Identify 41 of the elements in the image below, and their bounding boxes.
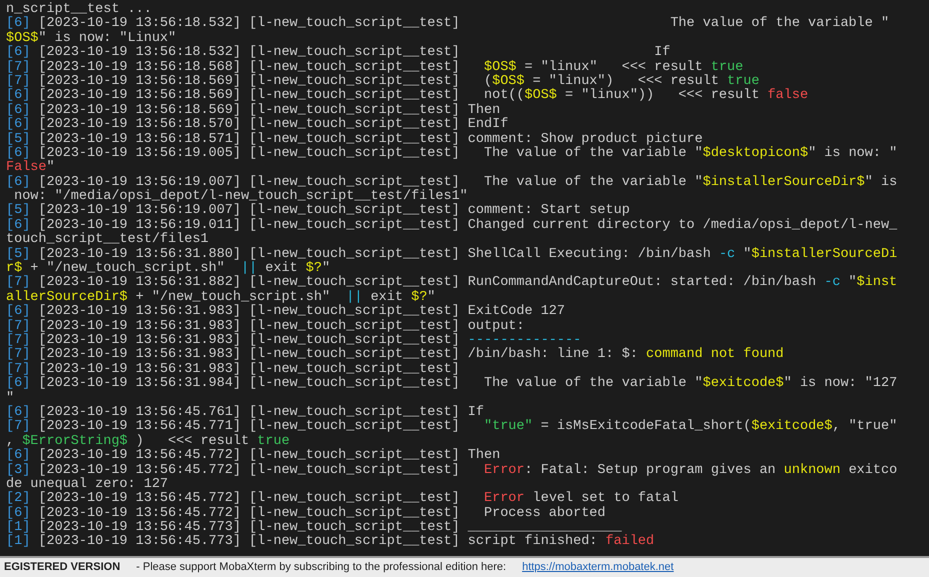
log-line: [7] [2023-10-19 13:56:18.568] [l-new_touch_script__test] $OS$ = "linux" <<< result true	[6, 60, 744, 75]
status-label: EGISTERED VERSION	[4, 560, 120, 576]
log-line: [7] [2023-10-19 13:56:31.983] [l-new_touch_script__test]	[6, 362, 461, 377]
log-line: [5] [2023-10-19 13:56:18.571] [l-new_touch_script__test] comment: Show product picture	[6, 132, 703, 147]
log-line: $OS$" is now: "Linux"	[6, 32, 176, 46]
log-line: [1] [2023-10-19 13:56:45.773] [l-new_touch_script__test] script finished: failed	[6, 535, 656, 550]
website-link[interactable]: https://mobaxterm.mobatek.net	[522, 559, 674, 576]
log-line: de unequal zero: 127	[6, 478, 168, 492]
log-line: [6] [2023-10-19 13:56:19.005] [l-new_touch_script__test] The value of the variable "$desktopicon$" is now: "	[6, 146, 898, 161]
log-line: [7] [2023-10-19 13:56:45.771] [l-new_touch_script__test] "true" = isMsExitcodeFatal_short($exitcode$, "true"	[6, 420, 898, 434]
log-line: "	[6, 392, 14, 406]
status-message: - Please support MobaXterm by subscribing to the professional edition here:	[136, 560, 506, 576]
log-line: now: "/media/opsi_depot/l-new_touch_script__test/files1"	[14, 190, 468, 204]
log-line: touch_script__test/files1	[6, 233, 209, 248]
log-line: [6] [2023-10-19 13:56:18.569] [l-new_touch_script__test] not(($OS$ = "linux")) <<< result false	[6, 89, 810, 104]
log-line: , $ErrorString$ ) <<< result true	[6, 434, 290, 449]
log-line: [1] [2023-10-19 13:56:45.773] [l-new_touch_script__test] ___________________	[6, 521, 622, 536]
log-line: [6] [2023-10-19 13:56:45.761] [l-new_touch_script__test] If	[6, 406, 485, 420]
log-line: [2] [2023-10-19 13:56:45.772] [l-new_touch_script__test] Error level set to fatal	[6, 492, 680, 506]
log-line: [3] [2023-10-19 13:56:45.772] [l-new_touch_script__test] Error: Fatal: Setup program gives an unknown exitco	[6, 464, 898, 478]
log-line: [7] [2023-10-19 13:56:31.882] [l-new_touch_script__test] RunCommandAndCaptureOut: started: /bin/bash -c "$inst	[6, 276, 898, 290]
log-line: r$ + "/new_touch_script.sh" || exit $?"	[6, 262, 330, 276]
log-line: [7] [2023-10-19 13:56:18.569] [l-new_touch_script__test] ($OS$ = "linux") <<< result true	[6, 74, 760, 89]
log-line: [6] [2023-10-19 13:56:18.532] [l-new_touch_script__test] If	[6, 46, 670, 60]
log-line: [7] [2023-10-19 13:56:31.983] [l-new_touch_script__test] /bin/bash: line 1: $: command not found	[6, 348, 785, 362]
log-line: [7] [2023-10-19 13:56:31.983] [l-new_touch_script__test] --------------	[6, 334, 582, 348]
log-line: [6] [2023-10-19 13:56:19.007] [l-new_touch_script__test] The value of the variable "$installerSourceDir$" is	[6, 176, 898, 190]
log-line: [6] [2023-10-19 13:56:18.569] [l-new_touch_script__test] Then	[6, 104, 500, 118]
log-line: [7] [2023-10-19 13:56:31.983] [l-new_touch_script__test] output:	[6, 320, 526, 334]
log-line: [5] [2023-10-19 13:56:31.880] [l-new_touch_script__test] ShellCall Executing: /bin/bash -c "$installerSourceDi	[6, 248, 898, 262]
log-line: [5] [2023-10-19 13:56:19.007] [l-new_touch_script__test] comment: Start setup	[6, 204, 630, 218]
log-line: [6] [2023-10-19 13:56:19.011] [l-new_touch_script__test] Changed current directory to /media/opsi_depot/l-new_	[6, 218, 898, 233]
log-line: allerSourceDir$ + "/new_touch_script.sh" || exit $?"	[6, 290, 436, 305]
log-line: [6] [2023-10-19 13:56:31.984] [l-new_touch_script__test] The value of the variable "$exitcode$" is now: "127	[6, 377, 898, 392]
log-line: [6] [2023-10-19 13:56:45.772] [l-new_touch_script__test] Then	[6, 449, 502, 464]
log-line: False"	[6, 161, 55, 176]
log-line: [6] [2023-10-19 13:56:18.570] [l-new_touch_script__test] EndIf	[6, 118, 510, 132]
log-line: [6] [2023-10-19 13:56:45.772] [l-new_touch_script__test] Process aborted	[6, 506, 607, 521]
log-line: [6] [2023-10-19 13:56:18.532] [l-new_touch_script__test] The value of the variable "	[6, 17, 890, 32]
log-line: [6] [2023-10-19 13:56:31.983] [l-new_touch_script__test] ExitCode 127	[6, 305, 566, 320]
log-line: n_script__test ...	[6, 3, 152, 17]
